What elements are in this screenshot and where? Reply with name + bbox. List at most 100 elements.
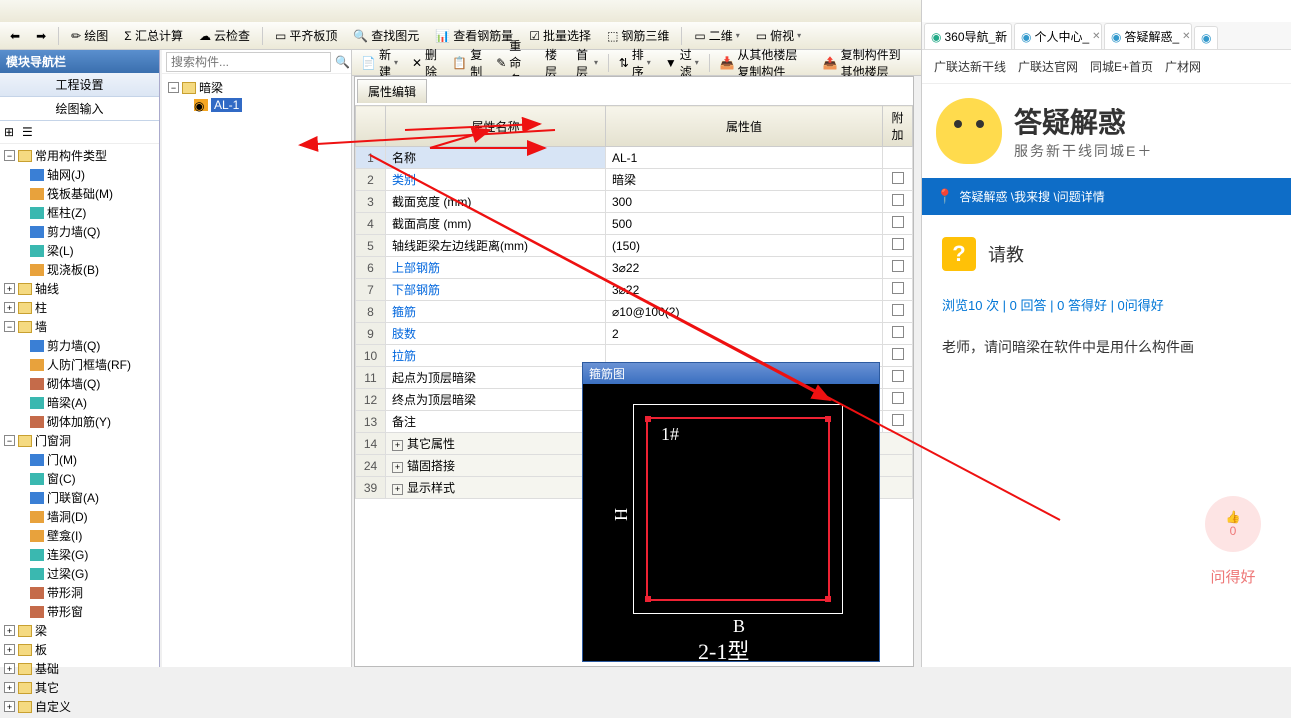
prop-row[interactable]: 1名称AL-1 <box>356 147 913 169</box>
tree-node[interactable]: 砌体墙(Q) <box>2 374 157 393</box>
list-icon[interactable]: ☰ <box>22 125 36 139</box>
close-icon[interactable]: ✕ <box>1010 31 1012 42</box>
like-count: 0 <box>1230 524 1237 538</box>
tree-node[interactable]: 砌体加筋(Y) <box>2 412 157 431</box>
right-browser-panel: ◉360导航_新✕ ◉个人中心_✕ ◉答疑解惑_✕ ◉ 广联达新干线 广联达官网… <box>921 0 1291 667</box>
tree-node[interactable]: +基础 <box>2 659 157 678</box>
search-icon[interactable]: 🔍 <box>331 55 354 69</box>
browser-tab-1[interactable]: ◉个人中心_✕ <box>1014 23 1102 49</box>
tree-node[interactable]: +轴线 <box>2 279 157 298</box>
tree-node[interactable]: 暗梁(A) <box>2 393 157 412</box>
tree-node[interactable]: 门联窗(A) <box>2 488 157 507</box>
tree-node[interactable]: 壁龛(I) <box>2 526 157 545</box>
left-tree: −常用构件类型轴网(J)筏板基础(M)框柱(Z)剪力墙(Q)梁(L)现浇板(B)… <box>0 144 159 718</box>
left-tab-project[interactable]: 工程设置 <box>0 73 159 97</box>
left-mini-toolbar: ⊞ ☰ <box>0 121 159 144</box>
tree-node[interactable]: 人防门框墙(RF) <box>2 355 157 374</box>
diagram-type: 2-1型 <box>698 634 749 666</box>
browser-tab-3[interactable]: ◉ <box>1194 26 1218 49</box>
tree-node[interactable]: 带形窗 <box>2 602 157 621</box>
like-button[interactable]: 👍 0 <box>1205 496 1261 552</box>
comp-root[interactable]: −暗梁 <box>166 78 347 97</box>
tree-node[interactable]: 连梁(G) <box>2 545 157 564</box>
col-name: 属性名称 <box>386 106 606 147</box>
tree-node[interactable]: 现浇板(B) <box>2 260 157 279</box>
tree-node[interactable]: 筏板基础(M) <box>2 184 157 203</box>
prop-row[interactable]: 3截面宽度 (mm)300 <box>356 191 913 213</box>
component-toolbar: 📄 新建 ▾ ✕ 删除 📋 复制 ✎ 重命名 楼层 首层 ▾ ⇅ 排序 ▾ ▼ … <box>352 50 921 76</box>
question-body: 老师，请问暗梁在软件中是用什么构件画 <box>942 336 1271 358</box>
diagram-tag: 1# <box>661 424 679 445</box>
close-icon[interactable]: ✕ <box>1092 31 1100 42</box>
close-icon[interactable]: ✕ <box>1182 31 1190 42</box>
prop-row[interactable]: 9肢数2 <box>356 323 913 345</box>
thumbs-up-icon: 👍 <box>1226 510 1241 524</box>
tree-node[interactable]: +板 <box>2 640 157 659</box>
nav-link-1[interactable]: 广联达官网 <box>1018 58 1078 75</box>
nav-link-3[interactable]: 广材网 <box>1165 58 1201 75</box>
prop-row[interactable]: 6上部钢筋3⌀22 <box>356 257 913 279</box>
question-stats: 浏览10 次 | 0 回答 | 0 答得好 | 0问得好 <box>942 295 1271 314</box>
tree-node[interactable]: 门(M) <box>2 450 157 469</box>
left-nav-panel: 模块导航栏 工程设置 绘图输入 ⊞ ☰ −常用构件类型轴网(J)筏板基础(M)框… <box>0 50 160 667</box>
question-mark-icon: ? <box>942 237 976 271</box>
col-chk: 附加 <box>883 106 913 147</box>
tree-node[interactable]: +其它 <box>2 678 157 697</box>
nav-link-0[interactable]: 广联达新干线 <box>934 58 1006 75</box>
comp-item-al1[interactable]: ◉AL-1 <box>166 97 347 113</box>
browser-tab-0[interactable]: ◉360导航_新✕ <box>924 23 1012 49</box>
component-search: 🔍 <box>162 50 351 74</box>
browser-tab-2[interactable]: ◉答疑解惑_✕ <box>1104 23 1192 49</box>
mascot-icon <box>936 98 1002 164</box>
tree-node[interactable]: 墙洞(D) <box>2 507 157 526</box>
diagram-canvas: 1# H B 2-1型 <box>583 384 879 662</box>
col-val: 属性值 <box>606 106 883 147</box>
prop-row[interactable]: 8箍筋⌀10@100(2) <box>356 301 913 323</box>
hero-sub: 服务新干线同城E＋ <box>1014 141 1153 161</box>
tree-node[interactable]: 带形洞 <box>2 583 157 602</box>
prop-row[interactable]: 5轴线距梁左边线距离(mm)(150) <box>356 235 913 257</box>
tree-node[interactable]: −门窗洞 <box>2 431 157 450</box>
diagram-title: 箍筋图 <box>583 363 879 384</box>
prop-row[interactable]: 7下部钢筋3⌀22 <box>356 279 913 301</box>
left-nav-title: 模块导航栏 <box>0 50 159 73</box>
search-input[interactable] <box>166 52 331 72</box>
tree-node[interactable]: −墙 <box>2 317 157 336</box>
component-tree: −暗梁 ◉AL-1 <box>162 74 351 117</box>
prop-row[interactable]: 2类别暗梁 <box>356 169 913 191</box>
tree-node[interactable]: +自定义 <box>2 697 157 716</box>
question-title: 请教 <box>988 241 1024 267</box>
left-tab-draw[interactable]: 绘图输入 <box>0 97 159 121</box>
browser-nav: 广联达新干线 广联达官网 同城E+首页 广材网 <box>922 50 1291 84</box>
hero-title: 答疑解惑 <box>1014 101 1153 141</box>
back-btn[interactable]: ⬅ <box>4 26 26 46</box>
tree-node[interactable]: 框柱(Z) <box>2 203 157 222</box>
tree-node[interactable]: 过梁(G) <box>2 564 157 583</box>
draw-btn[interactable]: ✏ 绘图 <box>65 24 114 47</box>
browser-hero: 答疑解惑 服务新干线同城E＋ <box>922 84 1291 178</box>
tree-node[interactable]: −常用构件类型 <box>2 146 157 165</box>
fwd-btn[interactable]: ➡ <box>30 26 52 46</box>
breadcrumb-text: 答疑解惑 \我来搜 \问题详情 <box>959 188 1104 205</box>
tree-node[interactable]: +梁 <box>2 621 157 640</box>
browser-tabs: ◉360导航_新✕ ◉个人中心_✕ ◉答疑解惑_✕ ◉ <box>922 22 1291 50</box>
tree-node[interactable]: 窗(C) <box>2 469 157 488</box>
browser-breadcrumb: 📍 答疑解惑 \我来搜 \问题详情 <box>922 178 1291 215</box>
sum-btn[interactable]: Σ 汇总计算 <box>118 24 189 47</box>
pin-icon: 📍 <box>936 188 953 205</box>
tree-node[interactable]: +柱 <box>2 298 157 317</box>
nav-link-2[interactable]: 同城E+首页 <box>1090 58 1153 75</box>
cloud-check-btn[interactable]: ☁ 云检查 <box>193 24 256 47</box>
tree-node[interactable]: 剪力墙(Q) <box>2 336 157 355</box>
tree-icon[interactable]: ⊞ <box>4 125 18 139</box>
like-label: 问得好 <box>1205 566 1261 587</box>
property-tab[interactable]: 属性编辑 <box>357 79 427 103</box>
tree-node[interactable]: 轴网(J) <box>2 165 157 184</box>
align-top-btn[interactable]: ▭ 平齐板顶 <box>269 24 343 47</box>
col-num <box>356 106 386 147</box>
tree-node[interactable]: 剪力墙(Q) <box>2 222 157 241</box>
tree-node[interactable]: 梁(L) <box>2 241 157 260</box>
prop-row[interactable]: 4截面高度 (mm)500 <box>356 213 913 235</box>
component-panel: 🔍 −暗梁 ◉AL-1 <box>162 50 352 667</box>
question-block: ? 请教 浏览10 次 | 0 回答 | 0 答得好 | 0问得好 老师，请问暗… <box>922 215 1291 380</box>
